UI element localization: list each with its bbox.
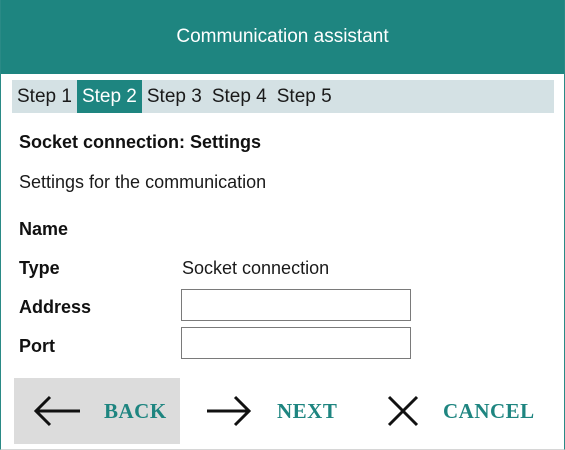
port-input[interactable] xyxy=(181,327,411,359)
name-label: Name xyxy=(19,219,69,239)
step-3-tab[interactable]: Step 3 xyxy=(142,80,207,113)
section-heading: Socket connection: Settings xyxy=(19,132,262,152)
title-bar: Communication assistant xyxy=(1,0,564,74)
step-1-label: Step 1 xyxy=(17,85,72,107)
cancel-button[interactable]: CANCEL xyxy=(373,378,553,444)
close-icon xyxy=(387,395,419,427)
section-subheading: Settings for the communication xyxy=(19,172,267,192)
step-navigation: Step 1 Step 2 Step 3 Step 4 Step 5 xyxy=(12,80,554,113)
step-4-label: Step 4 xyxy=(211,85,267,107)
arrow-left-icon xyxy=(33,395,80,427)
address-label: Address xyxy=(19,297,92,317)
step-2-label: Step 2 xyxy=(81,85,137,107)
step-3-label: Step 3 xyxy=(146,85,202,107)
communication-assistant-window: Communication assistant Step 1 Step 2 St… xyxy=(0,0,565,450)
window-title: Communication assistant xyxy=(176,26,389,47)
type-label: Type xyxy=(19,258,60,278)
back-label: BACK xyxy=(104,398,167,423)
back-button[interactable]: BACK xyxy=(14,378,180,444)
step-5-label: Step 5 xyxy=(276,85,332,107)
step-2-tab[interactable]: Step 2 xyxy=(76,80,142,113)
step-1-tab[interactable]: Step 1 xyxy=(12,80,77,113)
arrow-right-icon xyxy=(207,395,252,427)
step-4-tab[interactable]: Step 4 xyxy=(207,80,272,113)
next-button[interactable]: NEXT xyxy=(201,378,351,444)
type-value: Socket connection xyxy=(182,258,330,278)
next-label: NEXT xyxy=(277,398,338,423)
step-5-tab[interactable]: Step 5 xyxy=(272,80,337,113)
cancel-label: CANCEL xyxy=(443,398,535,423)
port-label: Port xyxy=(19,336,55,356)
address-input[interactable] xyxy=(181,289,411,321)
